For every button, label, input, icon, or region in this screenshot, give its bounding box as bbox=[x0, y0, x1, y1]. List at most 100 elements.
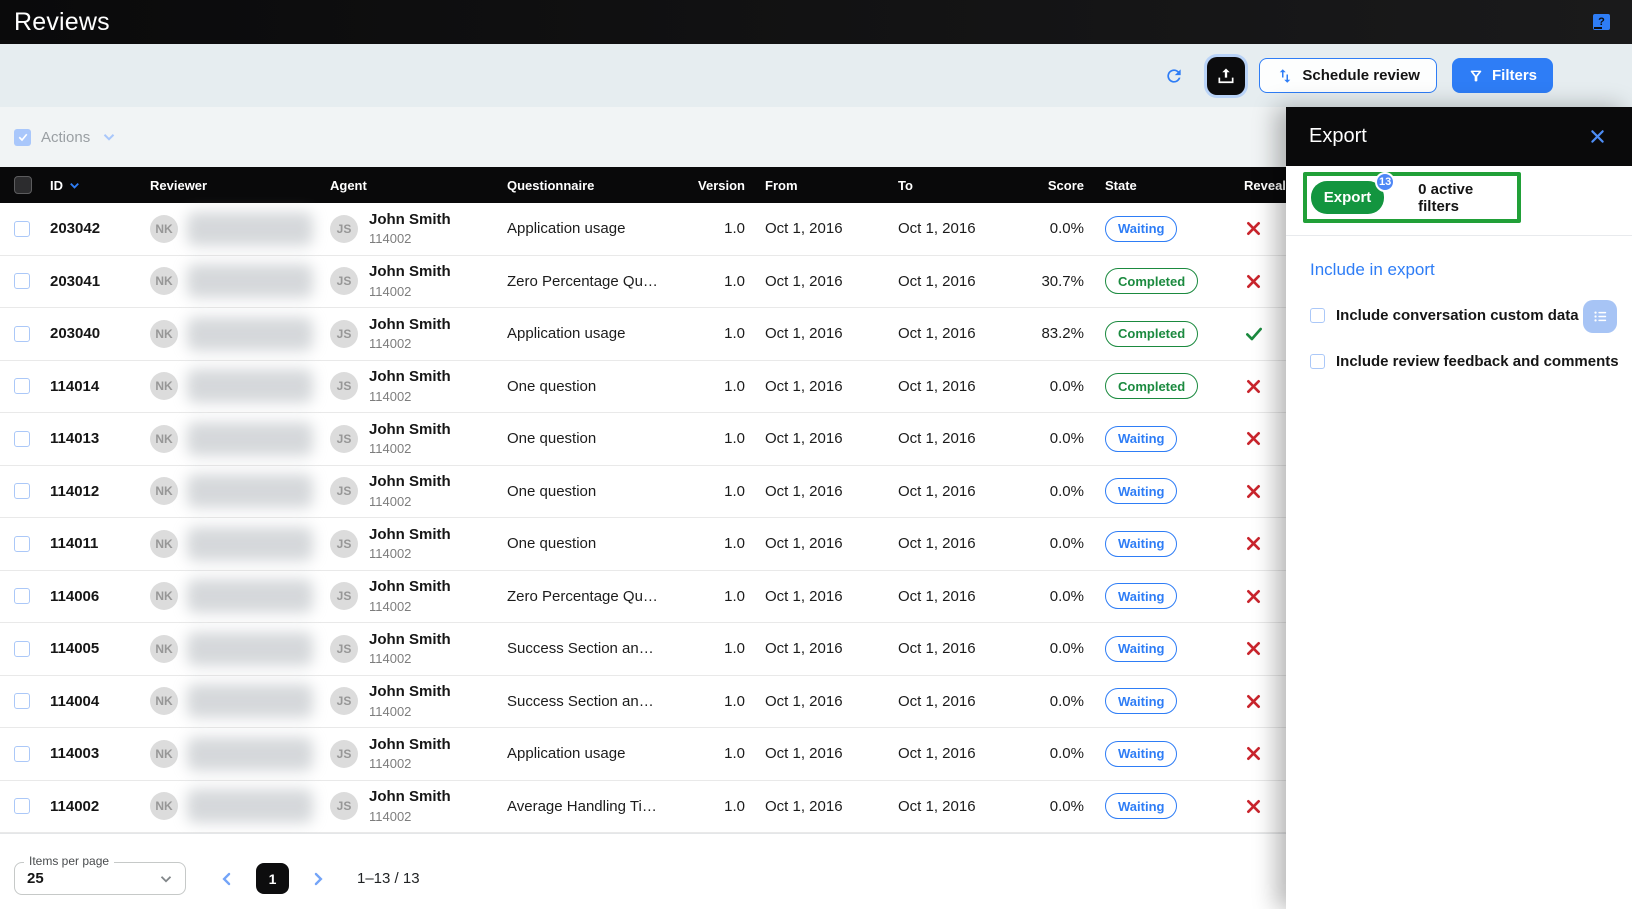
reveal-x-icon bbox=[1244, 219, 1263, 238]
export-open-button[interactable] bbox=[1207, 57, 1245, 95]
row-checkbox[interactable] bbox=[14, 641, 30, 657]
items-per-page-select[interactable]: Items per page 25 bbox=[14, 862, 186, 895]
title-bar: Reviews ? bbox=[0, 0, 1632, 44]
version-value: 1.0 bbox=[660, 325, 749, 342]
row-checkbox[interactable] bbox=[14, 798, 30, 814]
row-checkbox[interactable] bbox=[14, 326, 30, 342]
current-page-button[interactable]: 1 bbox=[256, 863, 289, 894]
column-header-questionnaire[interactable]: Questionnaire bbox=[501, 178, 660, 193]
row-select-cell bbox=[0, 221, 44, 237]
actions-checkbox[interactable] bbox=[14, 129, 31, 146]
row-checkbox[interactable] bbox=[14, 378, 30, 394]
to-date: Oct 1, 2016 bbox=[882, 693, 1015, 710]
row-select-cell bbox=[0, 641, 44, 657]
agent-name: John Smith bbox=[369, 682, 451, 702]
page-range-text: 1–13 / 13 bbox=[357, 870, 420, 887]
include-feedback-checkbox[interactable] bbox=[1310, 354, 1325, 369]
row-checkbox[interactable] bbox=[14, 273, 30, 289]
from-date: Oct 1, 2016 bbox=[749, 693, 882, 710]
questionnaire-name: Success Section and All bbox=[507, 640, 660, 657]
score-value: 30.7% bbox=[1015, 273, 1088, 290]
from-date: Oct 1, 2016 bbox=[749, 535, 882, 552]
questionnaire-name: Application usage bbox=[507, 745, 625, 762]
column-label: Reviewer bbox=[150, 178, 207, 193]
questionnaire-name: Success Section and All bbox=[507, 693, 660, 710]
agent-number: 114002 bbox=[369, 440, 451, 458]
column-header-reviewer[interactable]: Reviewer bbox=[144, 178, 324, 193]
row-select-cell bbox=[0, 326, 44, 342]
reviewer-cell: NK bbox=[144, 527, 324, 561]
previous-page-button[interactable] bbox=[212, 864, 242, 894]
column-header-id[interactable]: ID bbox=[44, 178, 144, 193]
reviewer-name-redacted bbox=[187, 684, 313, 718]
column-header-state[interactable]: State bbox=[1088, 178, 1238, 193]
column-header-version[interactable]: Version bbox=[660, 178, 749, 193]
custom-data-list-button[interactable] bbox=[1583, 300, 1617, 333]
option-label: Include conversation custom data bbox=[1336, 307, 1579, 324]
score-value: 0.0% bbox=[1015, 640, 1088, 657]
agent-avatar: JS bbox=[330, 372, 358, 400]
reviewer-name-redacted bbox=[187, 527, 313, 561]
reviewer-cell: NK bbox=[144, 264, 324, 298]
items-per-page-value: 25 bbox=[27, 870, 157, 887]
reveal-x-icon bbox=[1244, 534, 1263, 553]
select-all-checkbox[interactable] bbox=[14, 176, 32, 194]
review-id: 203040 bbox=[44, 325, 144, 342]
to-date: Oct 1, 2016 bbox=[882, 220, 1015, 237]
reviewer-name-redacted bbox=[187, 579, 313, 613]
agent-cell: JS John Smith 114002 bbox=[324, 525, 501, 563]
agent-name: John Smith bbox=[369, 630, 451, 650]
row-checkbox[interactable] bbox=[14, 536, 30, 552]
reviewer-cell: NK bbox=[144, 632, 324, 666]
row-select-cell bbox=[0, 378, 44, 394]
version-value: 1.0 bbox=[660, 588, 749, 605]
close-panel-button[interactable] bbox=[1588, 127, 1607, 146]
row-checkbox[interactable] bbox=[14, 431, 30, 447]
reviewer-name-redacted bbox=[187, 789, 313, 823]
toolbar: Schedule review Filters bbox=[0, 44, 1632, 107]
column-header-to[interactable]: To bbox=[882, 178, 1015, 193]
import-export-icon bbox=[1276, 67, 1294, 85]
export-button[interactable]: Export 13 bbox=[1311, 181, 1384, 214]
agent-number: 114002 bbox=[369, 755, 451, 773]
column-header-agent[interactable]: Agent bbox=[324, 178, 501, 193]
agent-name: John Smith bbox=[369, 577, 451, 597]
row-checkbox[interactable] bbox=[14, 221, 30, 237]
agent-avatar: JS bbox=[330, 792, 358, 820]
agent-name: John Smith bbox=[369, 262, 451, 282]
version-value: 1.0 bbox=[660, 798, 749, 815]
agent-number: 114002 bbox=[369, 545, 451, 563]
export-highlight-box: Export 13 0 active filters bbox=[1303, 172, 1521, 223]
actions-label[interactable]: Actions bbox=[41, 129, 90, 146]
reviewer-cell: NK bbox=[144, 579, 324, 613]
review-id: 114013 bbox=[44, 430, 144, 447]
help-book-icon[interactable]: ? bbox=[1593, 14, 1610, 30]
state-badge: Waiting bbox=[1105, 426, 1177, 452]
version-value: 1.0 bbox=[660, 378, 749, 395]
chevron-down-icon[interactable] bbox=[100, 128, 118, 146]
schedule-review-button[interactable]: Schedule review bbox=[1259, 58, 1437, 93]
row-checkbox[interactable] bbox=[14, 588, 30, 604]
agent-avatar: JS bbox=[330, 635, 358, 663]
include-in-export-heading: Include in export bbox=[1310, 260, 1632, 280]
questionnaire-name: One question bbox=[507, 378, 596, 395]
row-checkbox[interactable] bbox=[14, 483, 30, 499]
column-label: State bbox=[1105, 178, 1137, 193]
row-select-cell bbox=[0, 588, 44, 604]
score-value: 0.0% bbox=[1015, 483, 1088, 500]
refresh-button[interactable] bbox=[1159, 61, 1189, 91]
column-header-score[interactable]: Score bbox=[1015, 178, 1088, 193]
version-value: 1.0 bbox=[660, 535, 749, 552]
next-page-button[interactable] bbox=[303, 864, 333, 894]
column-header-from[interactable]: From bbox=[749, 178, 882, 193]
state-badge: Completed bbox=[1105, 321, 1198, 347]
questionnaire-name: One question bbox=[507, 535, 596, 552]
filters-button[interactable]: Filters bbox=[1452, 58, 1553, 93]
reviewer-avatar: NK bbox=[150, 687, 178, 715]
row-checkbox[interactable] bbox=[14, 746, 30, 762]
agent-cell: JS John Smith 114002 bbox=[324, 735, 501, 773]
score-value: 0.0% bbox=[1015, 535, 1088, 552]
row-checkbox[interactable] bbox=[14, 693, 30, 709]
include-custom-data-checkbox[interactable] bbox=[1310, 308, 1325, 323]
agent-avatar: JS bbox=[330, 582, 358, 610]
